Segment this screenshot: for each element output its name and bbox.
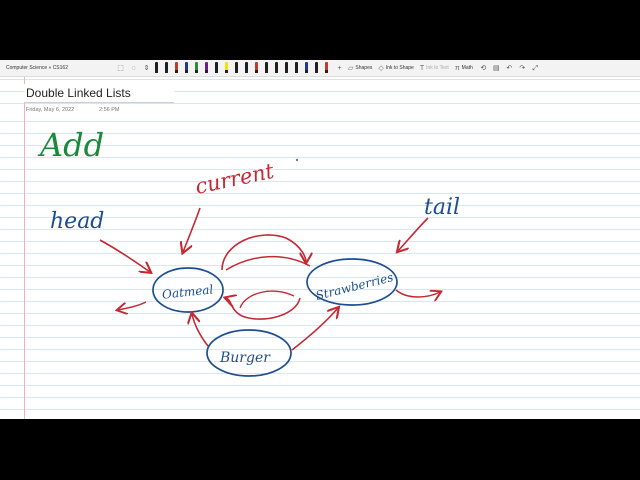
ink-drawing: Add current head tail Oatmeal Strawberri… — [37, 126, 460, 377]
ink-tail-label: tail — [424, 195, 460, 220]
oatmeal-prev-null-arrow — [118, 301, 147, 310]
prev-link-arrow — [226, 298, 301, 320]
ink-head-label: head — [50, 209, 104, 234]
prev-link-upper — [239, 290, 295, 309]
current-pointer-arrow — [183, 207, 201, 252]
next-link-underline — [225, 256, 311, 271]
strawberries-next-null-arrow — [395, 289, 440, 297]
ink-dot — [295, 158, 299, 162]
node-oatmeal-label: Oatmeal — [161, 282, 214, 301]
ink-current-label: current — [193, 159, 277, 199]
head-pointer-arrow — [99, 239, 150, 272]
burger-to-strawberries-arrow — [291, 308, 338, 351]
tail-pointer-arrow — [398, 217, 429, 251]
burger-to-oatmeal-arrow — [192, 314, 209, 347]
node-burger-label: Burger — [219, 350, 271, 366]
ink-add-label: Add — [37, 126, 104, 164]
